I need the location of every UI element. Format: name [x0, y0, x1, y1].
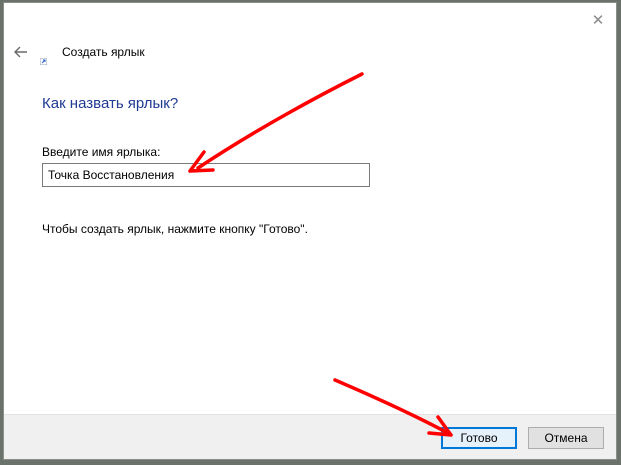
page-heading: Как назвать ярлык?	[42, 95, 179, 112]
shortcut-name-label: Введите имя ярлыка:	[42, 145, 161, 159]
shortcut-name-input[interactable]	[42, 163, 370, 187]
wizard-title: Создать ярлык	[62, 45, 145, 59]
finish-button[interactable]: Готово	[441, 427, 517, 449]
close-icon[interactable]: ✕	[588, 10, 608, 30]
create-shortcut-dialog: ✕ Создать ярлык Как назвать ярлык? Введи…	[3, 2, 617, 460]
back-arrow-icon[interactable]	[10, 43, 32, 61]
cancel-button[interactable]: Отмена	[528, 427, 604, 449]
dialog-footer: Готово Отмена	[4, 414, 616, 459]
shortcut-icon	[39, 52, 48, 66]
finish-hint: Чтобы создать ярлык, нажмите кнопку "Гот…	[42, 222, 308, 236]
